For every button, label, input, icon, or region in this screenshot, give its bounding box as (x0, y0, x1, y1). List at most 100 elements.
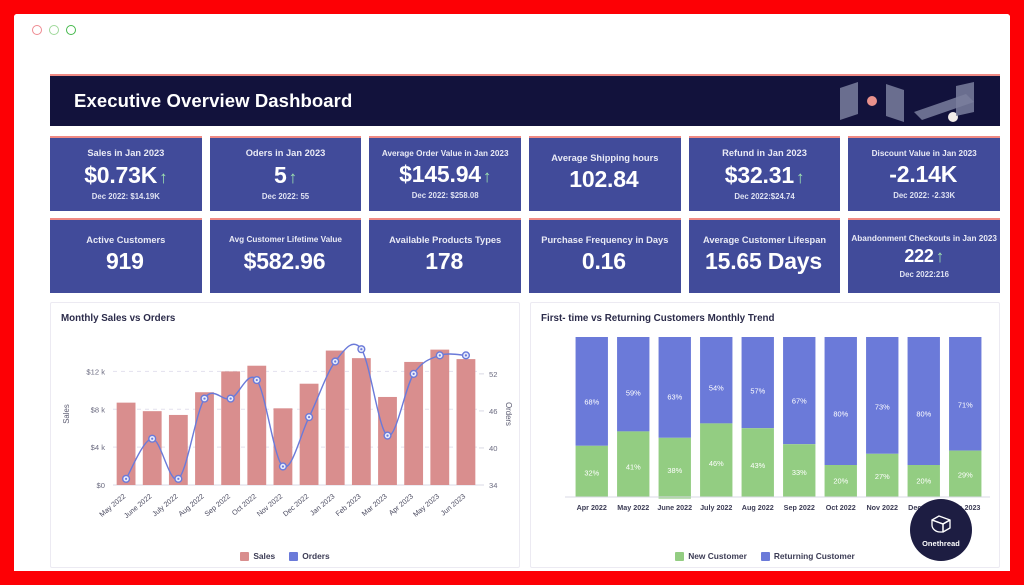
chart-panel-monthly-sales-vs-orders: Monthly Sales vs Orders $0 $4 k $8 k $12 k 3… (50, 302, 520, 568)
svg-text:20%: 20% (833, 477, 848, 486)
browser-window: Executive Overview Dashboard Sales in Ja… (14, 14, 1010, 571)
kpi-value: 102.84 (569, 166, 640, 193)
combo-chart-svg: $0$4 k$8 k$12 k34404652May 2022June 2022… (62, 343, 513, 520)
trend-up-icon: ↑ (482, 167, 492, 187)
legend-item-orders[interactable]: Orders (289, 551, 330, 561)
kpi-card-active-customers[interactable]: Active Customers 919 (50, 218, 202, 293)
legend-label: Orders (302, 551, 330, 561)
svg-text:80%: 80% (833, 409, 848, 418)
svg-text:$0: $0 (97, 481, 105, 490)
kpi-card-avg-customer-lifetime-value[interactable]: Avg Customer Lifetime Value $582.96 (209, 218, 362, 293)
svg-text:Sep 2022: Sep 2022 (784, 503, 815, 512)
kpi-number: 5 (274, 161, 287, 188)
kpi-subtext: Dec 2022:$24.74 (734, 191, 795, 201)
svg-text:Aug 2022: Aug 2022 (742, 503, 774, 512)
svg-text:Aug 2022: Aug 2022 (176, 492, 205, 519)
svg-text:June 2022: June 2022 (122, 492, 154, 520)
kpi-subtext: Dec 2022: $14.19K (91, 191, 160, 201)
onethread-label: Onethread (922, 538, 960, 548)
chart-plot-area: $0 $4 k $8 k $12 k 34 40 46 52 May 2022 June 2022… (51, 325, 519, 569)
kpi-label: Oders in Jan 2023 (245, 148, 326, 159)
kpi-value: -2.14K (889, 161, 959, 188)
kpi-subtext: Dec 2022:216 (899, 270, 949, 280)
kpi-card-average-order-value[interactable]: Average Order Value in Jan 2023 $145.94 ↑… (369, 136, 522, 211)
kpi-label: Avg Customer Lifetime Value (229, 235, 342, 245)
kpi-number: 15.65 Days (705, 248, 822, 275)
svg-text:$8 k: $8 k (91, 405, 106, 414)
svg-text:67%: 67% (792, 396, 807, 405)
trend-up-icon: ↑ (288, 167, 298, 187)
kpi-card-purchase-frequency[interactable]: Purchase Frequency in Days 0.16 (529, 218, 681, 293)
browser-titlebar (14, 14, 1010, 46)
kpi-value: $32.31 ↑ (725, 162, 805, 189)
kpi-card-discount-value[interactable]: Discount Value in Jan 2023 -2.14K Dec 20… (848, 136, 1001, 211)
svg-text:32%: 32% (584, 468, 599, 477)
kpi-number: 222 (904, 246, 934, 267)
svg-text:63%: 63% (667, 392, 682, 401)
kpi-card-abandonment-checkouts[interactable]: Abandonment Checkouts in Jan 2023 222 ↑ D… (848, 218, 1001, 293)
brand-logo-icon (840, 82, 974, 122)
svg-text:Jun 2023: Jun 2023 (439, 492, 467, 518)
kpi-card-orders[interactable]: Oders in Jan 2023 5 ↑ Dec 2022: 55 (209, 136, 362, 211)
kpi-number: $582.96 (243, 247, 326, 274)
kpi-card-sales[interactable]: Sales in Jan 2023 $0.73K ↑ Dec 2022: $14.… (50, 136, 202, 211)
chart-title: Monthly Sales vs Orders (61, 313, 176, 324)
svg-text:27%: 27% (875, 472, 890, 481)
kpi-subtext: Dec 2022: 55 (261, 191, 310, 201)
chart-title: First- time vs Returning Customers Month… (541, 313, 775, 324)
svg-text:May 2022: May 2022 (617, 503, 649, 512)
trend-up-icon: ↑ (795, 167, 805, 187)
legend-item-returning-customer[interactable]: Returning Customer (760, 551, 855, 561)
kpi-value: $582.96 (244, 248, 328, 275)
legend-swatch-new-customer-icon (675, 551, 685, 561)
kpi-label: Discount Value in Jan 2023 (871, 148, 977, 158)
kpi-card-available-products-types[interactable]: Available Products Types 178 (369, 218, 522, 293)
page-title: Executive Overview Dashboard (74, 90, 353, 111)
legend-swatch-sales-icon (240, 551, 250, 561)
kpi-card-refund[interactable]: Refund in Jan 2023 $32.31 ↑ Dec 2022:$24.… (688, 136, 841, 211)
svg-text:$12 k: $12 k (86, 367, 105, 376)
svg-text:Orders: Orders (504, 402, 513, 426)
onethread-badge[interactable]: Onethread (910, 499, 972, 561)
trend-up-icon: ↑ (935, 247, 945, 267)
kpi-number: 0.16 (581, 248, 626, 275)
svg-text:73%: 73% (875, 402, 890, 411)
kpi-value: 222 ↑ (904, 246, 944, 267)
minimize-dot-icon[interactable] (49, 25, 59, 35)
kpi-number: 102.84 (569, 166, 639, 193)
kpi-value: 0.16 (582, 248, 628, 275)
svg-text:Nov 2022: Nov 2022 (255, 492, 284, 519)
svg-text:Mar 2023: Mar 2023 (360, 492, 389, 518)
svg-text:40: 40 (489, 444, 497, 453)
kpi-label: Average Customer Lifespan (702, 234, 827, 245)
kpi-label: Sales in Jan 2023 (87, 148, 165, 159)
close-dot-icon[interactable] (32, 25, 42, 35)
svg-text:July 2022: July 2022 (150, 492, 179, 519)
kpi-value: 5 ↑ (274, 162, 297, 189)
kpi-label: Average Order Value in Jan 2023 (381, 148, 509, 158)
svg-text:Sep 2022: Sep 2022 (203, 492, 232, 519)
kpi-card-average-shipping-hours[interactable]: Average Shipping hours 102.84 (529, 136, 681, 211)
svg-text:71%: 71% (958, 400, 973, 409)
kpi-subtext: Dec 2022: $258.08 (411, 191, 479, 201)
svg-text:Dec 2022: Dec 2022 (281, 492, 310, 519)
kpi-value: 178 (425, 248, 465, 275)
svg-text:Jan 2023: Jan 2023 (308, 492, 336, 518)
kpi-label: Abandonment Checkouts in Jan 2023 (851, 233, 997, 243)
maximize-dot-icon[interactable] (66, 25, 76, 35)
legend-label: New Customer (688, 551, 747, 561)
dashboard-header: Executive Overview Dashboard (50, 74, 1000, 126)
svg-text:Sales: Sales (62, 404, 71, 424)
kpi-label: Active Customers (86, 234, 166, 245)
trend-up-icon: ↑ (159, 167, 168, 187)
legend-item-new-customer[interactable]: New Customer (675, 551, 747, 561)
svg-text:29%: 29% (958, 471, 973, 480)
svg-text:46%: 46% (709, 459, 724, 468)
legend-item-sales[interactable]: Sales (240, 551, 275, 561)
kpi-card-average-customer-lifespan[interactable]: Average Customer Lifespan 15.65 Days (688, 218, 841, 293)
svg-text:Apr 2023: Apr 2023 (387, 492, 415, 518)
svg-text:Oct 2022: Oct 2022 (230, 492, 258, 518)
svg-text:20%: 20% (916, 477, 931, 486)
kpi-number: $145.94 (399, 161, 481, 188)
chart-legend: Sales Orders (51, 551, 519, 561)
